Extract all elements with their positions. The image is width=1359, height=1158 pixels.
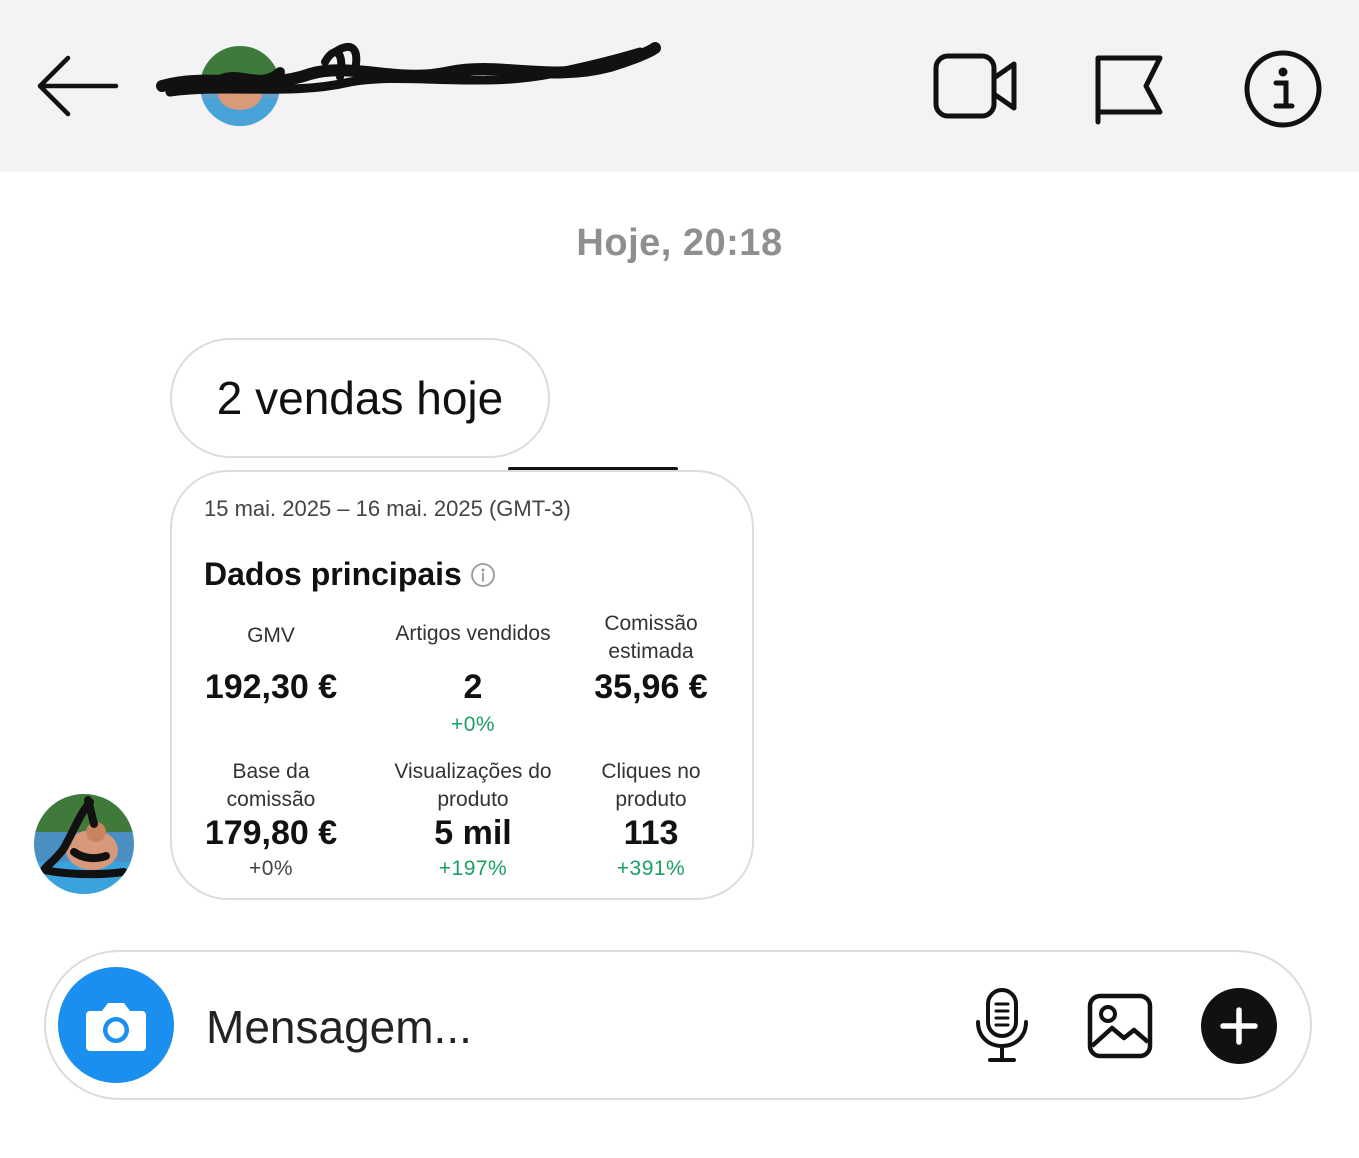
flag-icon: [1095, 55, 1163, 125]
metric-items-sold: Artigos vendidos: [378, 620, 568, 648]
metric-estimated-commission-value-wrap: 35,96 €: [556, 668, 746, 707]
info-button[interactable]: [1240, 46, 1326, 132]
card-title-text: Dados principais: [204, 556, 462, 592]
metric-value: 192,30 €: [204, 668, 338, 706]
chat-header: [0, 0, 1359, 172]
message-timestamp: Hoje, 20:18: [576, 222, 783, 264]
metric-label: Cliques no produto: [601, 760, 701, 811]
date-range: 15 mai. 2025 – 16 mai. 2025 (GMT-3): [204, 496, 571, 521]
back-button[interactable]: [30, 48, 122, 124]
message-text: 2 vendas hoje: [216, 372, 504, 424]
metric-product-views: Visualizações do produto: [370, 758, 576, 814]
metric-gmv-value-wrap: 192,30 €: [176, 668, 366, 707]
metric-label: Comissão estimada: [604, 612, 698, 663]
camera-button[interactable]: [58, 967, 174, 1083]
metric-value: 113: [623, 814, 679, 852]
metric-product-clicks: Cliques no produto: [556, 758, 746, 814]
metric-value: 5 mil: [434, 814, 512, 852]
metric-label: Artigos vendidos: [395, 622, 551, 645]
video-call-button[interactable]: [930, 46, 1022, 126]
card-title: Dados principais: [204, 556, 496, 593]
message-input[interactable]: [206, 992, 926, 1062]
gallery-button[interactable]: [1086, 992, 1154, 1060]
metric-product-views-value-wrap: 5 mil +197%: [378, 814, 568, 881]
metric-items-sold-value-wrap: 2 +0%: [378, 668, 568, 737]
microphone-icon: [976, 988, 1028, 1062]
metric-change: +0%: [450, 713, 496, 736]
metric-commission-base-value-wrap: 179,80 € +0%: [176, 814, 366, 881]
stats-card[interactable]: 15 mai. 2025 – 16 mai. 2025 (GMT-3) Dado…: [170, 470, 754, 900]
message-bubble[interactable]: 2 vendas hoje: [170, 338, 550, 458]
sender-avatar[interactable]: [34, 794, 134, 894]
metric-label: Base da comissão: [226, 760, 316, 811]
metric-change: +0%: [248, 857, 294, 880]
more-options-button[interactable]: [1201, 988, 1277, 1064]
metric-gmv: GMV: [176, 622, 366, 650]
image-icon: [1087, 993, 1153, 1059]
metric-label: Visualizações do produto: [394, 760, 552, 811]
metric-label: GMV: [247, 624, 295, 647]
metric-product-clicks-value-wrap: 113 +391%: [556, 814, 746, 881]
report-flag-button[interactable]: [1088, 46, 1170, 128]
message-composer: [44, 950, 1312, 1100]
camera-icon: [86, 1003, 146, 1051]
video-camera-icon: [933, 53, 1017, 119]
metric-change: +197%: [438, 857, 508, 880]
redaction-scribble: [156, 42, 661, 97]
metric-estimated-commission: Comissão estimada: [556, 610, 746, 666]
metric-commission-base: Base da comissão: [176, 758, 366, 814]
metric-value: 35,96 €: [594, 668, 708, 706]
metric-value: 179,80 €: [204, 814, 338, 852]
voice-message-button[interactable]: [972, 986, 1032, 1064]
info-icon[interactable]: [470, 562, 496, 588]
arrow-left-icon: [37, 55, 119, 117]
metric-value: 2: [463, 668, 483, 706]
info-icon: [1244, 50, 1322, 128]
plus-icon: [1220, 1007, 1258, 1045]
metric-change: +391%: [616, 857, 686, 880]
